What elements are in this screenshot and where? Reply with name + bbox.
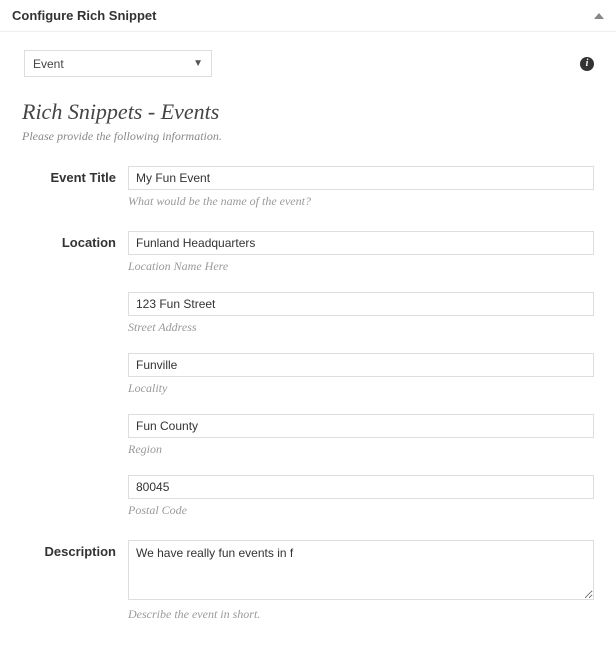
top-row: Event ▼ i bbox=[0, 32, 616, 83]
panel-title: Configure Rich Snippet bbox=[12, 8, 156, 23]
chevron-down-icon: ▼ bbox=[193, 58, 203, 69]
hint-street: Street Address bbox=[128, 320, 594, 335]
hint-locality: Locality bbox=[128, 381, 594, 396]
label-description: Description bbox=[22, 540, 128, 559]
hint-region: Region bbox=[128, 442, 594, 457]
label-location: Location bbox=[22, 231, 128, 250]
event-title-input[interactable] bbox=[128, 166, 594, 190]
section-subtitle: Please provide the following information… bbox=[22, 129, 594, 144]
postal-code-input[interactable] bbox=[128, 475, 594, 499]
select-value: Event bbox=[33, 57, 64, 71]
description-textarea[interactable] bbox=[128, 540, 594, 600]
location-name-input[interactable] bbox=[128, 231, 594, 255]
hint-location-name: Location Name Here bbox=[128, 259, 594, 274]
region-input[interactable] bbox=[128, 414, 594, 438]
label-event-title: Event Title bbox=[22, 166, 128, 185]
collapse-caret-icon[interactable] bbox=[594, 13, 604, 19]
hint-event-title: What would be the name of the event? bbox=[128, 194, 594, 209]
section-title: Rich Snippets - Events bbox=[22, 99, 594, 125]
row-description: Description Describe the event in short. bbox=[22, 540, 594, 640]
info-icon[interactable]: i bbox=[580, 57, 594, 71]
panel-header[interactable]: Configure Rich Snippet bbox=[0, 0, 616, 32]
content: Rich Snippets - Events Please provide th… bbox=[0, 83, 616, 656]
street-address-input[interactable] bbox=[128, 292, 594, 316]
row-location: Location Location Name Here Street Addre… bbox=[22, 231, 594, 536]
row-event-title: Event Title What would be the name of th… bbox=[22, 166, 594, 227]
hint-description: Describe the event in short. bbox=[128, 607, 594, 622]
hint-postal: Postal Code bbox=[128, 503, 594, 518]
locality-input[interactable] bbox=[128, 353, 594, 377]
snippet-type-select[interactable]: Event ▼ bbox=[24, 50, 212, 77]
